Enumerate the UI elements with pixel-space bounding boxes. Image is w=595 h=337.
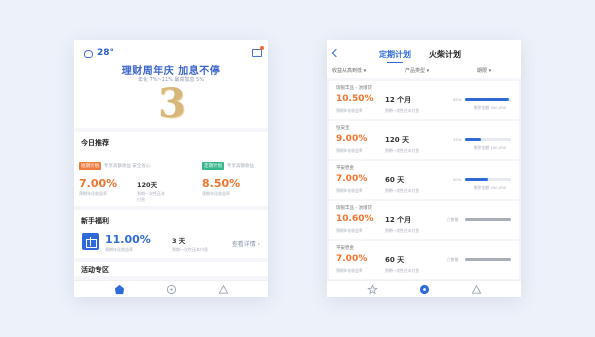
product-card[interactable]: 平安稳金 7.00% 预期年化收益率 60 天到期一次性还本付息 50% 剩余金额 200… <box>329 161 519 199</box>
product-card[interactable]: 平安稳金 7.00% 预期年化收益率 60 天到期一次性还本付息 已售罄 <box>329 241 519 279</box>
triangle-icon[interactable] <box>471 284 482 295</box>
rate-label: 预期年化收益率 <box>336 268 363 273</box>
temperature: 28° <box>97 48 115 58</box>
progress-fill <box>465 218 511 221</box>
weather-widget: 28° <box>82 48 114 58</box>
home-icon[interactable] <box>114 284 125 295</box>
section-title: 今日推荐 <box>81 139 109 147</box>
product-name: 瑞银丰品 - 池增贷 <box>336 206 372 211</box>
remaining-amount: 剩余金额 100,000 <box>474 145 507 150</box>
recommend-card[interactable]: 定期计划 专享高额收益 8.50% 预期年化收益率 <box>202 152 266 200</box>
home-screen: 28° 理财周年庆 加息不停 年化 7%~11% 最高加息 5% 3 今日推荐 … <box>74 40 268 297</box>
rate-label: 预期年化收益率 <box>336 148 363 153</box>
term-label: 到期一次性还本付息 <box>137 191 165 202</box>
term-label: 到期一次性还本付息 <box>385 228 420 233</box>
activity-section: 活动专区 <box>74 262 268 276</box>
progress-bar <box>465 258 511 261</box>
product-name: 恒安宝 <box>336 126 350 131</box>
product-name: 瑞银丰品 - 池增贷 <box>336 86 372 91</box>
bottom-tabbar <box>327 280 521 297</box>
back-arrow-icon[interactable] <box>331 48 341 58</box>
gift-icon <box>82 233 99 250</box>
tab-fixed-plan[interactable]: 定期计划 <box>379 49 411 63</box>
banner-title: 理财周年庆 加息不停 <box>121 66 221 77</box>
progress-fill <box>465 258 511 261</box>
progress-percent: 已售罄 <box>447 257 459 262</box>
view-details-link[interactable]: 查看详情 › <box>232 239 260 248</box>
notification-dot <box>260 46 264 50</box>
product-name: 平安稳金 <box>336 166 354 171</box>
rate-value: 8.50% <box>202 177 241 190</box>
term-value: 12 个月 <box>385 216 412 224</box>
progress-bar <box>465 178 511 181</box>
tab-fire-plan[interactable]: 火柴计划 <box>429 49 461 60</box>
filter-bar: 收益从高到低 ▾ 产品类型 ▾ 期限 ▾ <box>327 67 521 78</box>
product-list-screen: 定期计划 火柴计划 收益从高到低 ▾ 产品类型 ▾ 期限 ▾ 瑞银丰品 - 池增… <box>327 40 521 297</box>
welfare-term-label: 到期一次性还本付息 <box>172 247 208 252</box>
rate-value: 9.00% <box>336 134 368 144</box>
term-box: 120天 到期一次性还本付息 <box>137 179 167 203</box>
progress-bar <box>465 98 511 101</box>
section-title: 活动专区 <box>81 266 109 274</box>
product-card[interactable]: 恒安宝 9.00% 预期年化收益率 120 天到期一次性还本付息 35% 剩余金额 100… <box>329 121 519 159</box>
sort-filter[interactable]: 收益从高到低 ▾ <box>332 67 366 74</box>
compass-icon[interactable] <box>419 284 430 295</box>
progress-percent: 50% <box>453 177 462 182</box>
compass-icon[interactable] <box>166 284 177 295</box>
anniversary-banner[interactable]: 28° 理财周年庆 加息不停 年化 7%~11% 最高加息 5% 3 <box>74 40 268 128</box>
welfare-rate: 11.00% <box>105 233 151 246</box>
progress-fill <box>465 138 482 141</box>
progress-percent: 95% <box>453 97 462 102</box>
progress-fill <box>465 178 488 181</box>
message-icon[interactable] <box>252 46 264 57</box>
rate-label: 预期年化收益率 <box>336 188 363 193</box>
product-card[interactable]: 瑞银丰品 - 池增贷 10.60% 预期年化收益率 12 个月到期一次性还本付息 已售罄 <box>329 201 519 239</box>
list-header: 定期计划 火柴计划 收益从高到低 ▾ 产品类型 ▾ 期限 ▾ <box>327 40 521 78</box>
rate-label: 预期年化收益率 <box>336 108 363 113</box>
section-title: 新手福利 <box>81 217 109 225</box>
remaining-amount: 剩余金额 200,000 <box>474 185 507 190</box>
product-tag: 定期计划 <box>202 162 224 170</box>
term-label: 到期一次性还本付息 <box>385 268 420 273</box>
tag-description: 专享高额收益 安全省心 <box>104 164 151 169</box>
term-value: 120 天 <box>385 136 410 144</box>
product-name: 平安稳金 <box>336 246 354 251</box>
term-label: 到期一次性还本付息 <box>385 148 420 153</box>
welfare-rate-label: 预期年化收益率 <box>105 247 133 252</box>
anniversary-number: 3 <box>158 80 186 127</box>
recommend-section: 今日推荐 短期计划 专享高额收益 安全省心 7.00% 预期年化收益率 120天 … <box>74 132 268 206</box>
progress-bar <box>465 138 511 141</box>
progress-fill <box>465 98 509 101</box>
progress-percent: 35% <box>453 137 462 142</box>
star-icon[interactable] <box>367 284 378 295</box>
welfare-term: 3 天 <box>172 237 186 245</box>
cloud-icon <box>82 49 94 58</box>
newbie-welfare-section[interactable]: 新手福利 11.00% 预期年化收益率 3 天 到期一次性还本付息 查看详情 › <box>74 210 268 258</box>
term-label: 到期一次性还本付息 <box>385 188 420 193</box>
progress-bar <box>465 218 511 221</box>
term-value: 60 天 <box>385 176 405 184</box>
bottom-tabbar <box>74 280 268 297</box>
term-value: 12 个月 <box>385 96 412 104</box>
term-label: 到期一次性还本付息 <box>385 108 420 113</box>
rate-label: 预期年化收益率 <box>336 228 363 233</box>
progress-percent: 已售罄 <box>447 217 459 222</box>
rate-value: 10.60% <box>336 214 374 224</box>
term-value: 60 天 <box>385 256 405 264</box>
term-filter[interactable]: 期限 ▾ <box>477 67 491 74</box>
remaining-amount: 剩余金额 300,000 <box>474 105 507 110</box>
tag-description: 专享高额收益 <box>227 164 254 169</box>
term-value: 120天 <box>137 181 158 189</box>
product-card[interactable]: 瑞银丰品 - 池增贷 10.50% 预期年化收益率 12 个月到期一次性还本付息 95%… <box>329 81 519 119</box>
rate-value: 10.50% <box>336 94 374 104</box>
rate-value: 7.00% <box>336 174 368 184</box>
type-filter[interactable]: 产品类型 ▾ <box>405 67 429 74</box>
product-tag: 短期计划 <box>79 162 101 170</box>
rate-value: 7.00% <box>336 254 368 264</box>
rate-label: 预期年化收益率 <box>202 191 230 196</box>
triangle-icon[interactable] <box>218 284 229 295</box>
recommend-card[interactable]: 短期计划 专享高额收益 安全省心 7.00% 预期年化收益率 120天 到期一次性… <box>79 152 167 203</box>
